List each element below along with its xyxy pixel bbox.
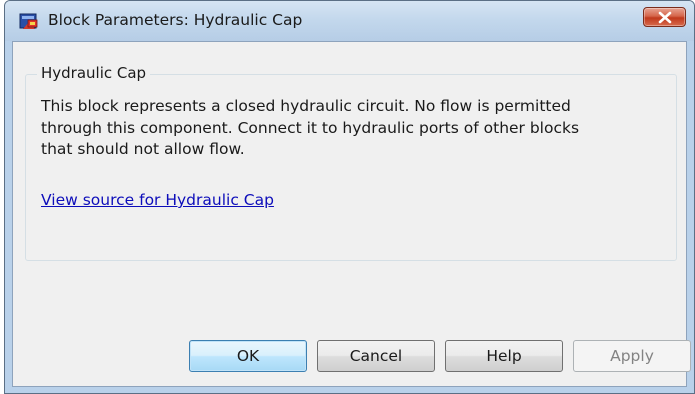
close-button[interactable] bbox=[643, 7, 686, 27]
view-source-link[interactable]: View source for Hydraulic Cap bbox=[41, 191, 274, 209]
close-icon bbox=[658, 11, 672, 24]
dialog-window: Block Parameters: Hydraulic Cap Hydrauli… bbox=[4, 0, 695, 394]
description-line-2: through this component. Connect it to hy… bbox=[41, 118, 580, 137]
description-line-1: This block represents a closed hydraulic… bbox=[41, 97, 571, 115]
window-title: Block Parameters: Hydraulic Cap bbox=[48, 11, 303, 29]
simulink-block-icon bbox=[19, 12, 39, 32]
cancel-button[interactable]: Cancel bbox=[317, 340, 435, 372]
help-button[interactable]: Help bbox=[445, 340, 563, 372]
groupbox-title: Hydraulic Cap bbox=[37, 64, 151, 82]
dialog-client-area: Hydraulic Cap This block represents a cl… bbox=[12, 41, 691, 387]
ok-button[interactable]: OK bbox=[189, 340, 307, 372]
apply-button: Apply bbox=[573, 340, 691, 372]
title-bar[interactable]: Block Parameters: Hydraulic Cap bbox=[5, 1, 694, 41]
block-description: This block represents a closed hydraulic… bbox=[41, 96, 681, 161]
description-line-3: that should not allow flow. bbox=[41, 140, 245, 158]
